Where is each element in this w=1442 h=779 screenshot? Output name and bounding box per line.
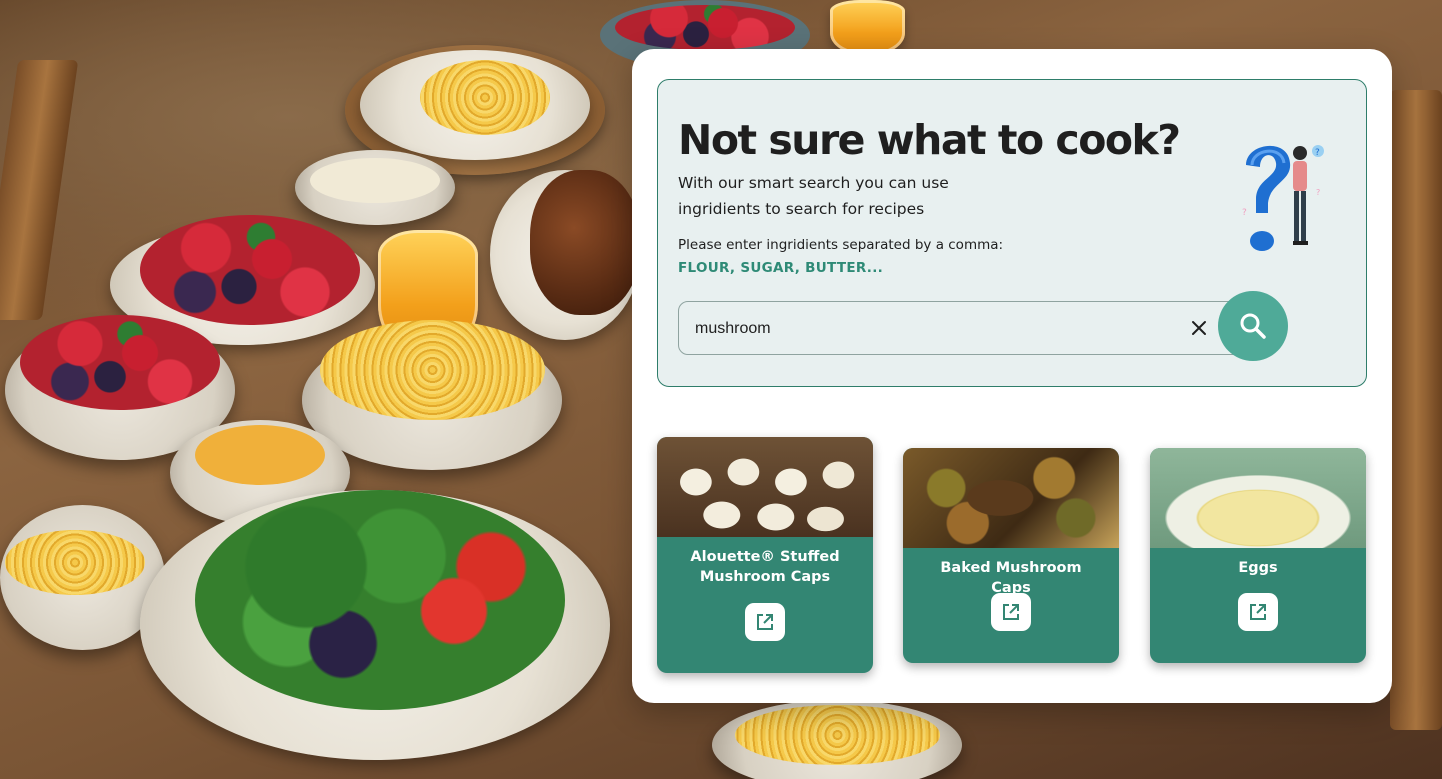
open-recipe-button[interactable] bbox=[1238, 593, 1278, 631]
open-recipe-button[interactable] bbox=[745, 603, 785, 641]
svg-text:?: ? bbox=[1316, 188, 1320, 197]
recipe-card[interactable]: Alouette® Stuffed Mushroom Caps bbox=[657, 437, 873, 673]
page-title: Not sure what to cook? bbox=[678, 116, 1181, 164]
chair-back-right bbox=[1390, 90, 1442, 730]
recipe-photo bbox=[903, 448, 1119, 548]
recipe-title: Alouette® Stuffed Mushroom Caps bbox=[690, 549, 840, 585]
pasta-top bbox=[420, 60, 550, 135]
search-icon bbox=[1240, 313, 1266, 339]
pasta-center bbox=[320, 320, 545, 420]
recipe-search-card: Not sure what to cook? With our smart se… bbox=[632, 49, 1392, 703]
recipe-card[interactable]: Baked Mushroom Caps bbox=[903, 448, 1119, 663]
open-recipe-button[interactable] bbox=[991, 593, 1031, 631]
recipe-title: Baked Mushroom Caps bbox=[940, 560, 1082, 596]
external-link-icon bbox=[1250, 604, 1266, 620]
chair-back-left bbox=[0, 60, 79, 320]
question-person-illustration: ? ? ? bbox=[1242, 145, 1324, 251]
berries-top bbox=[615, 5, 795, 50]
close-icon[interactable] bbox=[1188, 317, 1210, 339]
salad bbox=[195, 490, 565, 710]
bowl-cream bbox=[310, 158, 440, 203]
orange-juice-glass-top bbox=[830, 0, 905, 55]
recipe-photo bbox=[657, 437, 873, 537]
roast-meat bbox=[530, 170, 640, 315]
search-input[interactable] bbox=[693, 302, 1167, 356]
svg-text:?: ? bbox=[1242, 208, 1247, 218]
search-example: FLOUR, SUGAR, BUTTER... bbox=[678, 260, 884, 276]
recipe-photo bbox=[1150, 448, 1366, 548]
pasta-bottom bbox=[735, 705, 940, 765]
search-instruction: Please enter ingridients separated by a … bbox=[678, 237, 1004, 253]
recipe-card[interactable]: Eggs bbox=[1150, 448, 1366, 663]
external-link-icon bbox=[757, 614, 773, 630]
recipe-title: Eggs bbox=[1238, 560, 1278, 576]
berries-left bbox=[20, 315, 220, 410]
external-link-icon bbox=[1003, 604, 1019, 620]
berries-plate bbox=[140, 215, 360, 325]
pasta-left bbox=[5, 530, 145, 595]
search-button[interactable] bbox=[1218, 291, 1288, 361]
ingredient-search-field[interactable] bbox=[678, 301, 1258, 356]
soup bbox=[195, 425, 325, 485]
svg-text:?: ? bbox=[1315, 148, 1320, 158]
search-hero-panel: Not sure what to cook? With our smart se… bbox=[657, 79, 1367, 387]
page-subtitle: With our smart search you can use ingrid… bbox=[678, 174, 949, 218]
